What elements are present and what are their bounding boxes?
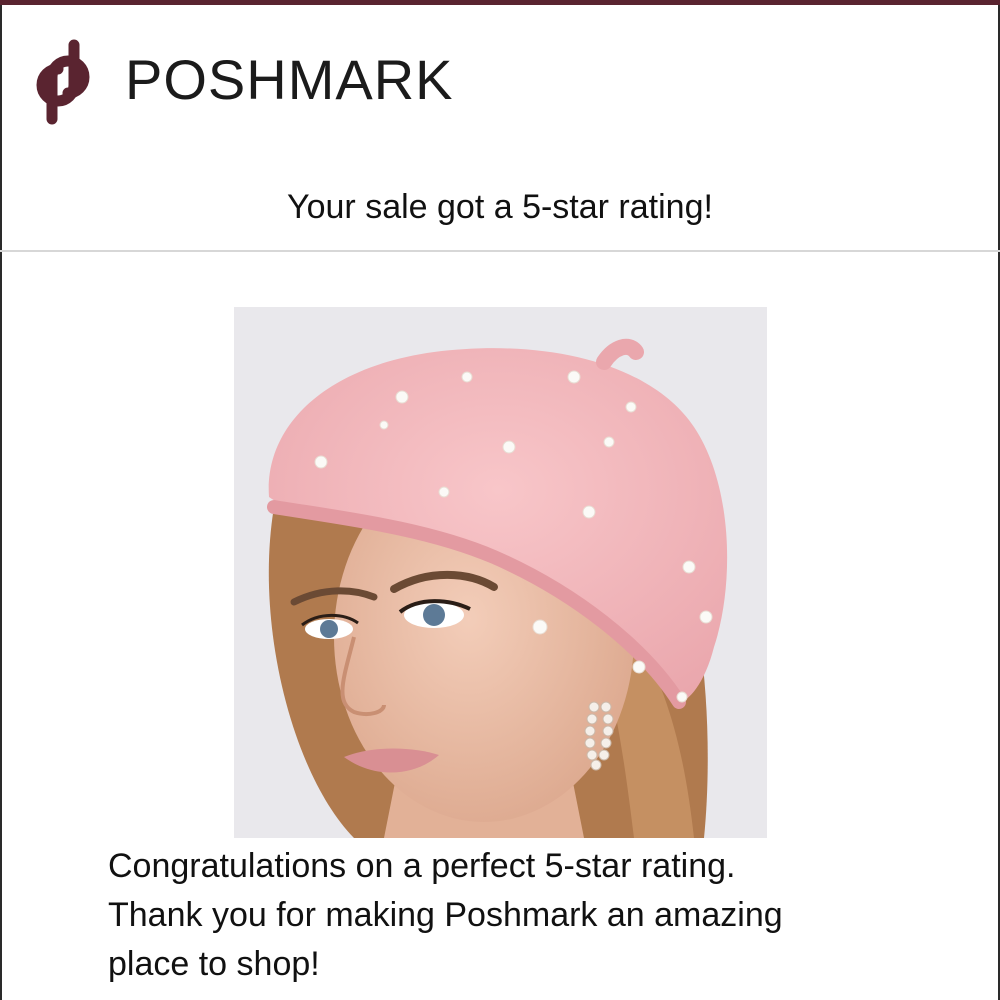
message-line-1: Congratulations on a perfect 5-star rati… [108, 847, 736, 885]
email-headline: Your sale got a 5-star rating! [287, 188, 713, 226]
poshmark-logo-icon[interactable] [28, 37, 108, 125]
header-divider [0, 250, 1000, 252]
message-line-2: Thank you for making Poshmark an amazing [108, 896, 783, 934]
congratulations-message: Congratulations on a perfect 5-star rati… [108, 842, 908, 989]
message-line-3: place to shop! [108, 945, 320, 983]
brand-name[interactable]: POSHMARK [125, 45, 454, 115]
email-header: POSHMARK Your sale got a 5-star rating! [0, 5, 1000, 251]
product-photo[interactable] [234, 307, 767, 838]
